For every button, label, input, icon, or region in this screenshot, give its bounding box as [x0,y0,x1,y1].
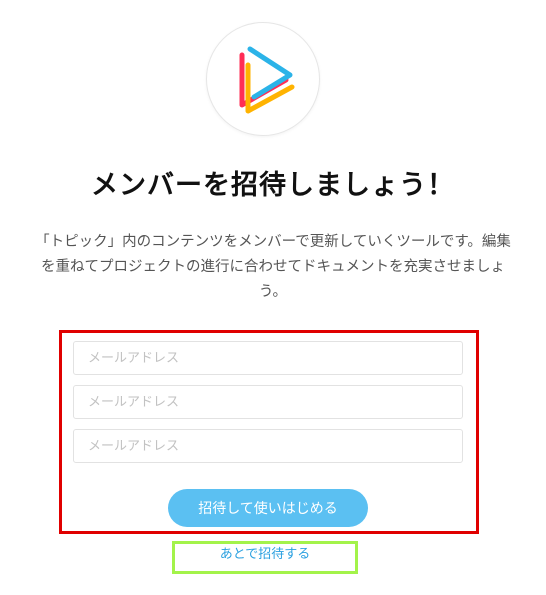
email-field-2[interactable] [73,385,463,419]
description-text: 「トピック」内のコンテンツをメンバーで更新していくツールです。編集を重ねてプロジ… [35,234,511,300]
email-field-1[interactable] [73,341,463,375]
invite-later-link[interactable]: あとで招待する [172,541,358,571]
page-title: メンバーを招待しましょう！ [91,170,455,201]
play-triangle-logo-icon [239,46,295,114]
app-logo [206,22,320,136]
email-field-3[interactable] [73,429,463,463]
invite-submit-button[interactable]: 招待して使いはじめる [168,489,368,527]
